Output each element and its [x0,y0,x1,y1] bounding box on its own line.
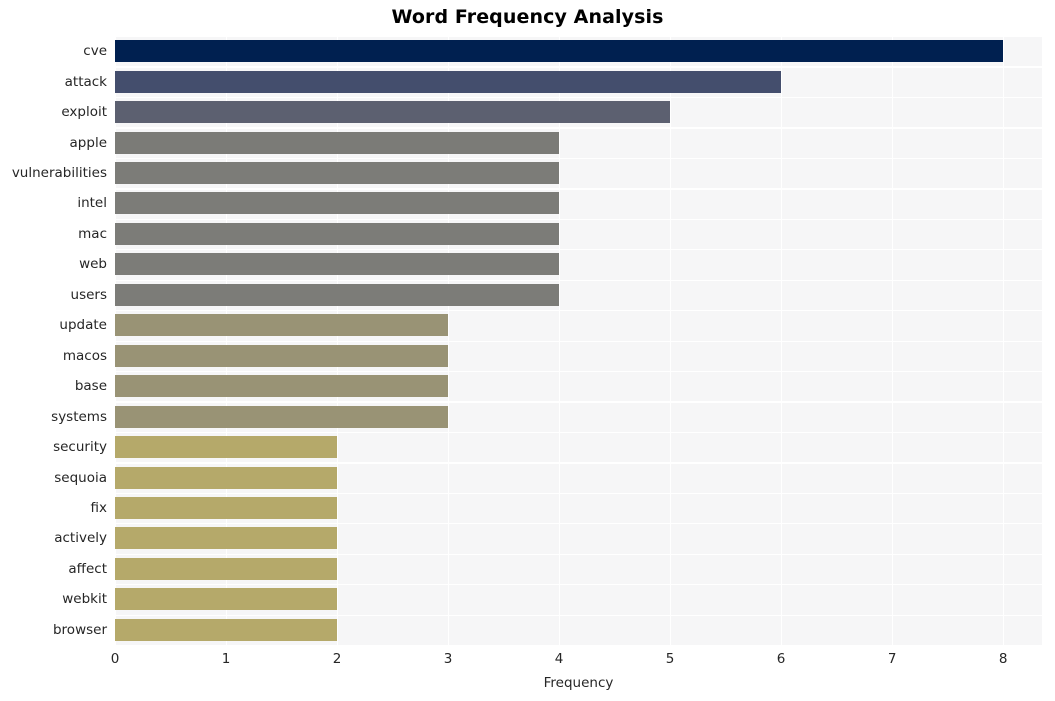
bar-actively[interactable] [115,527,338,550]
y-tick-label-exploit: exploit [61,104,107,121]
gridline-horizontal [115,157,1042,160]
bar-affect[interactable] [115,557,338,580]
y-tick-label-security: security [53,439,107,456]
y-tick-label-cve: cve [83,43,107,60]
x-tick-label-4: 4 [554,651,564,667]
bar-systems[interactable] [115,405,449,428]
y-tick-label-update: update [59,317,107,334]
gridline-horizontal [115,553,1042,555]
x-tick-label-7: 7 [887,651,897,667]
plot-area [115,36,1042,645]
gridline-horizontal [115,614,1042,616]
chart-title: Word Frequency Analysis [391,6,664,28]
word-frequency-chart-figure: Word Frequency Analysis cve attack exploit… [0,0,1055,701]
gridline-horizontal [115,36,1042,38]
y-tick-label-systems: systems [51,408,107,425]
bar-update[interactable] [115,314,449,337]
gridline-horizontal [115,310,1042,312]
x-tick-label-0: 0 [110,651,120,667]
y-tick-label-apple: apple [69,134,107,151]
bar-apple[interactable] [115,131,560,154]
y-tick-label-webkit: webkit [62,591,107,608]
y-tick-label-base: base [74,378,107,395]
gridline-horizontal [115,66,1042,68]
bar-macos[interactable] [115,344,449,367]
x-axis-tick-labels: 0 1 2 3 4 5 6 7 8 [0,651,1055,673]
y-axis-tick-labels: cve attack exploit apple vulnerabilities inte… [0,36,107,645]
bar-webkit[interactable] [115,588,338,611]
bar-users[interactable] [115,283,560,306]
gridline-horizontal [115,127,1042,129]
y-tick-label-users: users [70,286,107,303]
y-tick-label-sequoia: sequoia [54,469,107,486]
bar-exploit[interactable] [115,101,671,124]
x-axis-title: Frequency [543,675,614,691]
gridline-horizontal [115,492,1042,495]
gridline-horizontal [115,462,1042,464]
gridline-horizontal [115,218,1042,220]
gridline-horizontal [115,249,1042,251]
y-tick-label-browser: browser [52,621,107,638]
gridline-horizontal [115,401,1042,403]
y-tick-label-attack: attack [64,73,107,90]
x-tick-label-2: 2 [332,651,342,667]
y-tick-label-web: web [79,256,107,273]
x-tick-label-8: 8 [998,651,1008,667]
y-tick-label-affect: affect [68,560,107,577]
x-tick-label-5: 5 [665,651,675,667]
y-tick-label-intel: intel [77,195,107,212]
bar-web[interactable] [115,253,560,276]
bar-security[interactable] [115,436,338,459]
y-tick-label-mac: mac [78,225,107,242]
y-tick-label-actively: actively [54,530,107,547]
bar-fix[interactable] [115,496,338,519]
gridline-horizontal [115,370,1042,373]
y-tick-label-macos: macos [62,347,107,364]
x-tick-label-3: 3 [443,651,453,667]
gridline-horizontal [115,523,1042,525]
bar-intel[interactable] [115,192,560,215]
bar-mac[interactable] [115,222,560,245]
bar-browser[interactable] [115,618,338,641]
gridline-horizontal [115,188,1042,190]
bar-cve[interactable] [115,40,1004,63]
gridline-horizontal [115,96,1042,99]
y-tick-label-fix: fix [90,499,108,516]
x-tick-label-1: 1 [221,651,231,667]
y-tick-label-vulnerabilities: vulnerabilities [11,165,107,182]
bar-attack[interactable] [115,70,782,93]
gridline-horizontal [115,584,1042,586]
bar-vulnerabilities[interactable] [115,162,560,185]
gridline-horizontal [115,431,1042,434]
bar-sequoia[interactable] [115,466,338,489]
gridline-horizontal [115,340,1042,342]
bar-base[interactable] [115,375,449,398]
gridline-horizontal [115,279,1042,281]
x-tick-label-6: 6 [776,651,786,667]
